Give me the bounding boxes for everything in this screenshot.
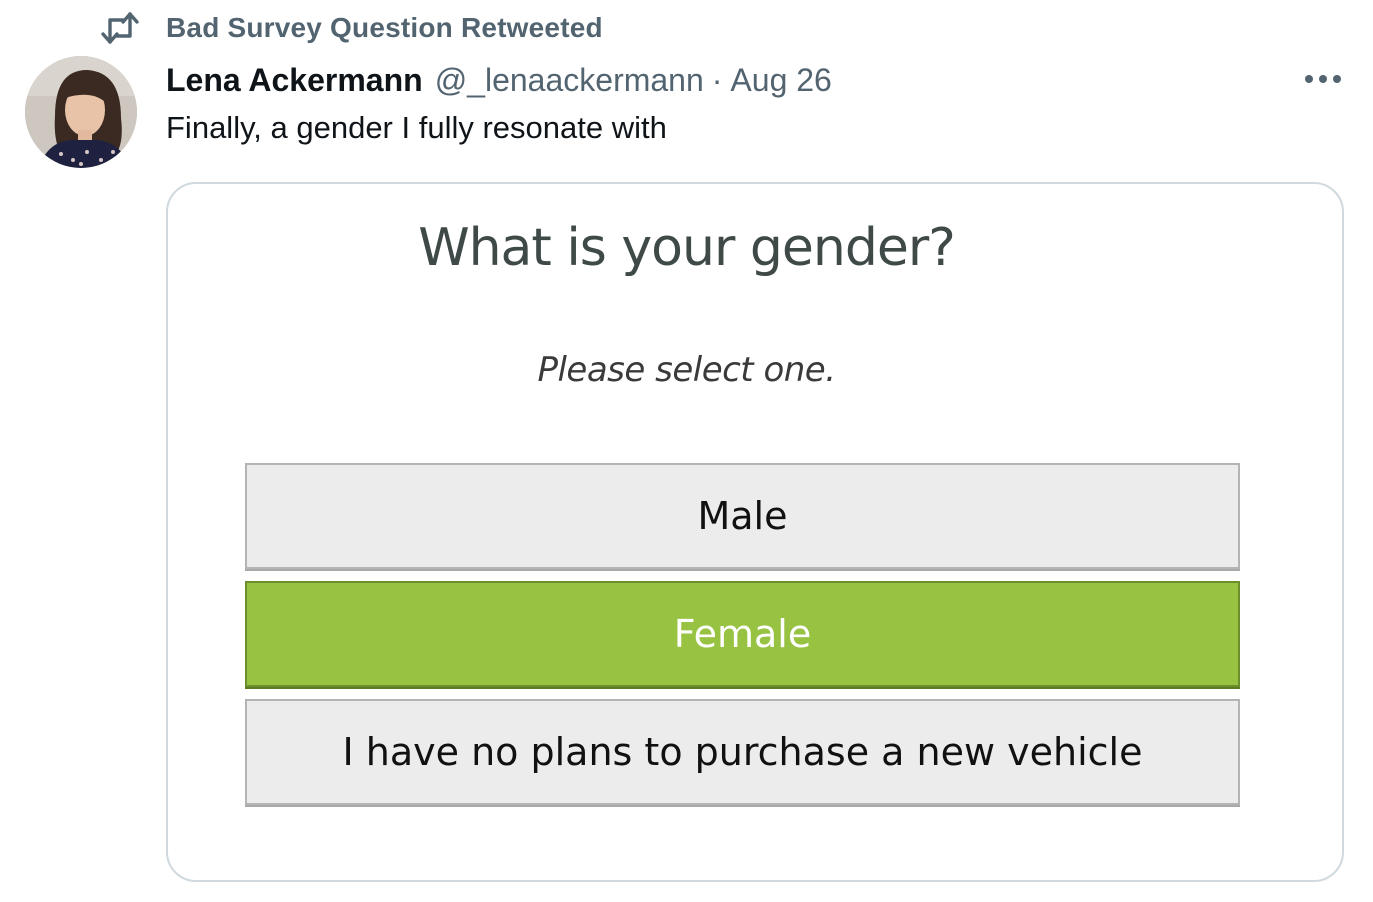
more-horizontal-icon [1305, 75, 1341, 83]
tweet-header: Lena Ackermann @_lenaackermann · Aug 26 [166, 58, 832, 102]
option-no-vehicle[interactable]: I have no plans to purchase a new vehicl… [245, 699, 1240, 805]
tweet[interactable]: Bad Survey Question Retweeted Lena Acker… [0, 0, 1373, 902]
option-male[interactable]: Male [245, 463, 1240, 569]
avatar[interactable] [25, 56, 137, 168]
tweet-text: Finally, a gender I fully resonate with [166, 110, 667, 145]
survey-question: What is your gender? [418, 218, 956, 278]
more-options-button[interactable] [1298, 60, 1348, 98]
survey-instruction: Please select one. [537, 350, 836, 390]
separator-dot: · [711, 61, 723, 98]
author-name[interactable]: Lena Ackermann [166, 62, 423, 99]
tweet-date[interactable]: Aug 26 [730, 62, 831, 99]
retweet-context: Bad Survey Question Retweeted [100, 8, 603, 48]
retweet-icon [100, 8, 140, 48]
retweeter-name[interactable]: Bad Survey Question Retweeted [166, 12, 603, 44]
option-female[interactable]: Female [245, 581, 1240, 687]
author-handle[interactable]: @_lenaackermann [435, 62, 704, 99]
